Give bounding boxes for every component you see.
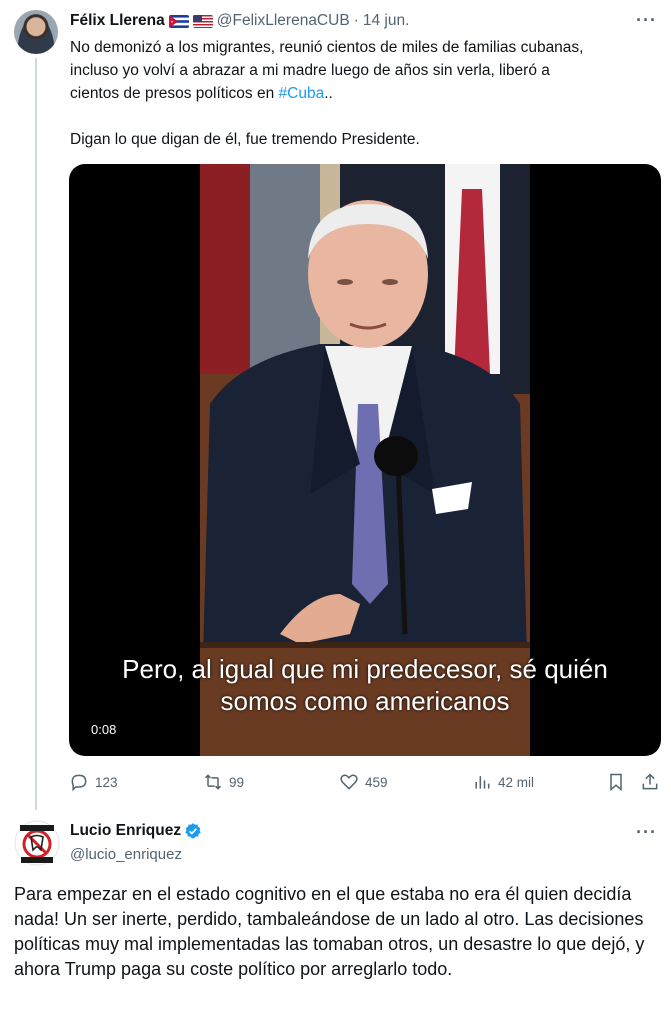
views-count: 42 mil xyxy=(498,774,535,790)
author-handle[interactable]: @FelixLlerenaCUB xyxy=(217,12,350,30)
more-options-icon[interactable]: ··· xyxy=(636,10,657,31)
heart-icon xyxy=(340,774,358,790)
tweet-text-line: incluso yo volví a abrazar a mi madre lu… xyxy=(70,62,550,79)
usa-flag-icon xyxy=(192,14,213,28)
retweet-button[interactable]: 99 xyxy=(203,770,244,794)
views-button[interactable]: 42 mil xyxy=(472,770,534,794)
retweet-icon xyxy=(204,774,222,790)
retweet-count: 99 xyxy=(229,774,245,790)
tweet-text: Para empezar en el estado cognitivo en e… xyxy=(14,884,645,979)
bookmark-button[interactable] xyxy=(606,770,626,794)
avatar[interactable] xyxy=(14,10,58,54)
thread-connector-line xyxy=(35,58,37,810)
share-button[interactable] xyxy=(640,770,660,794)
like-count: 459 xyxy=(365,774,388,790)
hashtag-link[interactable]: #Cuba xyxy=(279,85,325,102)
video-duration: 0:08 xyxy=(91,722,117,737)
action-bar: 123 99 459 42 mil xyxy=(69,770,661,796)
author-handle[interactable]: @lucio_enriquez xyxy=(70,846,182,863)
tweet[interactable]: Félix Llerena @FelixLlerenaCUB · 14 jun.… xyxy=(0,0,671,810)
share-icon xyxy=(642,773,658,790)
reply-icon xyxy=(71,774,87,792)
author-name[interactable]: Lucio Enriquez xyxy=(70,822,181,840)
no-mas-muela-logo-icon xyxy=(14,820,60,866)
tweet-text-fragment: .. xyxy=(324,85,333,102)
cuba-flag-icon xyxy=(168,14,189,28)
bookmark-icon xyxy=(610,773,622,792)
author-name[interactable]: Félix Llerena xyxy=(70,12,165,30)
video-subtitle: somos como americanos xyxy=(220,686,510,716)
views-chart-icon xyxy=(475,776,490,789)
tweet-text-line: cientos de presos políticos en #Cuba.. xyxy=(70,82,660,105)
tweet-text-fragment: cientos de presos políticos en xyxy=(70,85,279,102)
avatar[interactable] xyxy=(14,820,60,866)
video-subtitle: Pero, al igual que mi predecesor, sé qui… xyxy=(122,654,608,684)
video-player[interactable]: Pero, al igual que mi predecesor, sé qui… xyxy=(69,164,661,756)
tweet-text-line: No demonizó a los migrantes, reunió cien… xyxy=(70,39,584,56)
tweet-header: Lucio Enriquez xyxy=(70,822,202,840)
like-button[interactable]: 459 xyxy=(339,770,388,794)
tweet-header: Félix Llerena @FelixLlerenaCUB · 14 jun. xyxy=(70,10,409,32)
separator-dot: · xyxy=(353,12,359,29)
verified-badge-icon xyxy=(185,823,201,839)
reply-tweet[interactable]: Lucio Enriquez @lucio_enriquez ··· Para … xyxy=(0,810,671,1024)
timestamp[interactable]: 14 jun. xyxy=(363,12,410,30)
reply-count: 123 xyxy=(95,774,118,790)
reply-button[interactable]: 123 xyxy=(69,770,118,794)
tweet-text: No demonizó a los migrantes, reunió cien… xyxy=(70,36,660,151)
more-options-icon[interactable]: ··· xyxy=(636,822,657,843)
tweet-text-line: Digan lo que digan de él, fue tremendo P… xyxy=(70,131,420,148)
